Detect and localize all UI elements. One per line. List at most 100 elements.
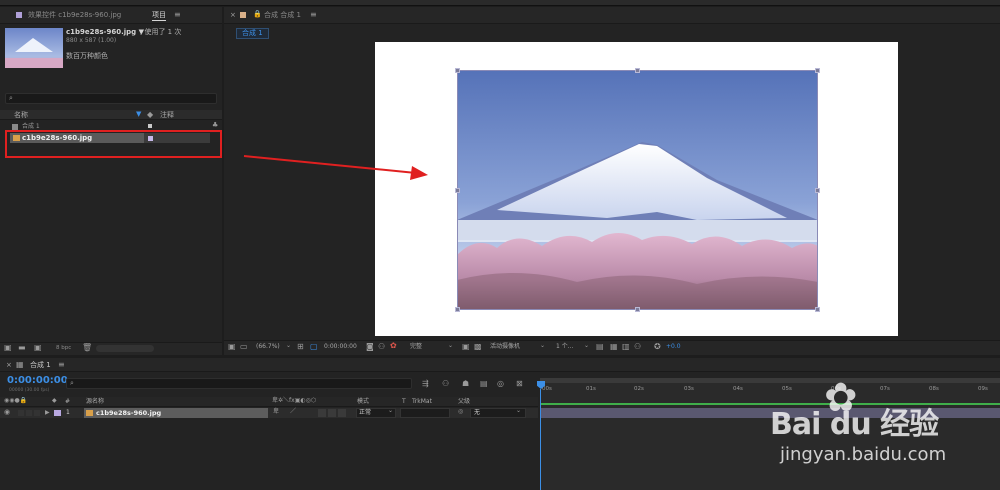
handle-top-center[interactable] <box>635 68 640 73</box>
timeline-menu-icon[interactable]: ≡ <box>58 361 65 369</box>
handle-top-right[interactable] <box>815 68 820 73</box>
handle-bottom-left[interactable] <box>455 307 460 312</box>
switch-box-1[interactable] <box>318 409 326 417</box>
new-folder-icon[interactable]: ▬ <box>18 344 26 352</box>
shy-layers-icon[interactable]: ☗ <box>462 380 469 388</box>
lock-icon[interactable]: 🔒 <box>253 11 262 18</box>
zoom-chevron-down-icon[interactable]: ⌄ <box>286 343 291 349</box>
asset-color-depth: 数百万种颜色 <box>66 52 108 60</box>
parent-chevron-down-icon[interactable]: ⌄ <box>516 408 521 414</box>
column-name[interactable]: 名称 <box>14 112 28 119</box>
grid-icon[interactable]: ⊞ <box>297 343 304 351</box>
tick-label: 03s <box>684 386 694 392</box>
timeline-close-icon[interactable]: × <box>6 362 12 369</box>
effects-tab-swatch <box>16 12 22 18</box>
tab-effects-controls[interactable]: 效果控件 c1b9e28s-960.jpg <box>28 12 121 19</box>
mask-visibility-icon[interactable]: ▢ <box>310 343 318 351</box>
fast-preview-icon[interactable]: ▦ <box>610 343 618 351</box>
viewer-timecode[interactable]: 0:00:00:00 <box>324 344 357 350</box>
pick-whip-icon[interactable]: ◎ <box>458 409 463 415</box>
solo-toggle[interactable] <box>26 410 32 416</box>
expand-triangle-icon[interactable]: ▶ <box>45 410 50 416</box>
views-chevron-down-icon[interactable]: ⌄ <box>584 343 589 349</box>
layer-mode: 正常 <box>359 409 372 416</box>
menu-icon[interactable]: ≡ <box>174 11 181 19</box>
layer-name[interactable]: c1b9e28s-960.jpg <box>96 410 161 417</box>
graph-editor-icon[interactable]: ⊠ <box>516 380 523 388</box>
comp-menu-icon[interactable]: ≡ <box>310 11 317 19</box>
timeline-search-input[interactable] <box>66 378 412 389</box>
column-parent[interactable]: 父级 <box>458 399 470 405</box>
column-comment[interactable]: 注释 <box>160 112 174 119</box>
handle-top-left[interactable] <box>455 68 460 73</box>
comp-mini-flowchart-icon[interactable]: ⇶ <box>422 380 429 388</box>
timeline-icon[interactable]: ▥ <box>622 343 630 351</box>
layer-switches-icon[interactable]: 卑✲＼fx▣◐◎⬡ <box>272 398 316 404</box>
column-t[interactable]: T <box>402 399 406 405</box>
quality-switch-icon[interactable]: ／ <box>290 409 296 415</box>
comp-label-swatch <box>148 124 152 128</box>
handle-middle-left[interactable] <box>455 188 460 193</box>
column-trkmat[interactable]: TrkMat <box>412 399 432 405</box>
annotation-arrow <box>243 155 428 180</box>
column-source-name[interactable]: 源名称 <box>86 399 104 405</box>
tab-composition[interactable]: 合成 合成 1 <box>264 12 301 19</box>
tab-project[interactable]: 项目 <box>152 12 166 21</box>
transparency-grid-icon[interactable]: ▩ <box>474 343 482 351</box>
tick-label: 04s <box>733 386 743 392</box>
label-column-icon[interactable]: ◆ <box>52 398 57 404</box>
audio-toggle[interactable] <box>18 410 24 416</box>
interpret-footage-icon[interactable]: ▣ <box>4 344 12 352</box>
comp-breadcrumb[interactable]: 合成 1 <box>236 28 269 39</box>
timeline-comp-icon: ▦ <box>16 360 24 369</box>
handle-middle-right[interactable] <box>815 188 820 193</box>
zoom-selector[interactable]: (66.7%) <box>256 344 280 350</box>
visibility-eye-icon[interactable]: ◉ <box>4 409 10 416</box>
layout-icon[interactable]: ▤ <box>596 343 604 351</box>
switch-box-3[interactable] <box>338 409 346 417</box>
timeline-search-icon: ⌕ <box>70 379 74 387</box>
trkmat-dropdown[interactable] <box>400 408 450 418</box>
av-switches-icon[interactable]: ◉◉●🔒 <box>4 398 27 404</box>
always-preview-icon[interactable]: ▣ <box>228 343 236 351</box>
asset-name[interactable]: c1b9e28s-960.jpg ▼ <box>66 29 144 36</box>
project-search-input[interactable] <box>5 93 217 104</box>
monitor-icon[interactable]: ▭ <box>240 343 248 351</box>
resolution-chevron-down-icon[interactable]: ⌄ <box>448 343 453 349</box>
lock-toggle[interactable] <box>34 410 40 416</box>
resolution-selector[interactable]: 完整 <box>410 344 422 350</box>
close-tab-icon[interactable]: × <box>230 12 236 19</box>
new-comp-icon[interactable]: ▣ <box>34 344 42 352</box>
layer-label-swatch[interactable] <box>54 410 61 416</box>
switch-box-2[interactable] <box>328 409 336 417</box>
draft-3d-icon[interactable]: ⚇ <box>442 380 449 388</box>
column-number[interactable]: # <box>65 399 70 405</box>
camera-chevron-down-icon[interactable]: ⌄ <box>540 343 545 349</box>
top-toolbar <box>0 0 1000 6</box>
handle-bottom-right[interactable] <box>815 307 820 312</box>
reset-exposure-icon[interactable]: ✪ <box>654 343 661 351</box>
column-mode[interactable]: 模式 <box>357 399 369 405</box>
region-of-interest-icon[interactable]: ▣ <box>462 343 470 351</box>
exposure-value[interactable]: +0.0 <box>666 344 681 350</box>
handle-bottom-center[interactable] <box>635 307 640 312</box>
delete-icon[interactable]: 🗑 <box>82 344 92 352</box>
track-green-line <box>540 403 1000 405</box>
timeline-timecode[interactable]: 0:00:00:00 <box>7 376 68 386</box>
camera-selector[interactable]: 活动摄像机 <box>490 344 520 350</box>
shy-switch-icon[interactable]: 卑 <box>273 409 279 415</box>
project-footer-scrollbar[interactable] <box>96 345 154 352</box>
frame-blending-icon[interactable]: ▤ <box>480 380 488 388</box>
snapshot-icon[interactable]: ◙ <box>366 343 374 351</box>
timeline-tab[interactable]: 合成 1 <box>30 362 51 369</box>
motion-blur-icon[interactable]: ◎ <box>497 380 504 388</box>
color-channels-icon[interactable]: ✿ <box>390 342 397 350</box>
tick-label: 09s <box>978 386 988 392</box>
views-selector[interactable]: 1 个... <box>556 344 573 350</box>
sort-down-icon[interactable]: ▼ <box>136 111 141 118</box>
show-snapshot-icon[interactable]: ⚇ <box>378 343 385 351</box>
tick-label: 05s <box>782 386 792 392</box>
mode-chevron-down-icon[interactable]: ⌄ <box>388 408 393 414</box>
bpc-label[interactable]: 8 bpc <box>56 345 71 352</box>
flowchart-icon[interactable]: ⚇ <box>634 343 641 351</box>
